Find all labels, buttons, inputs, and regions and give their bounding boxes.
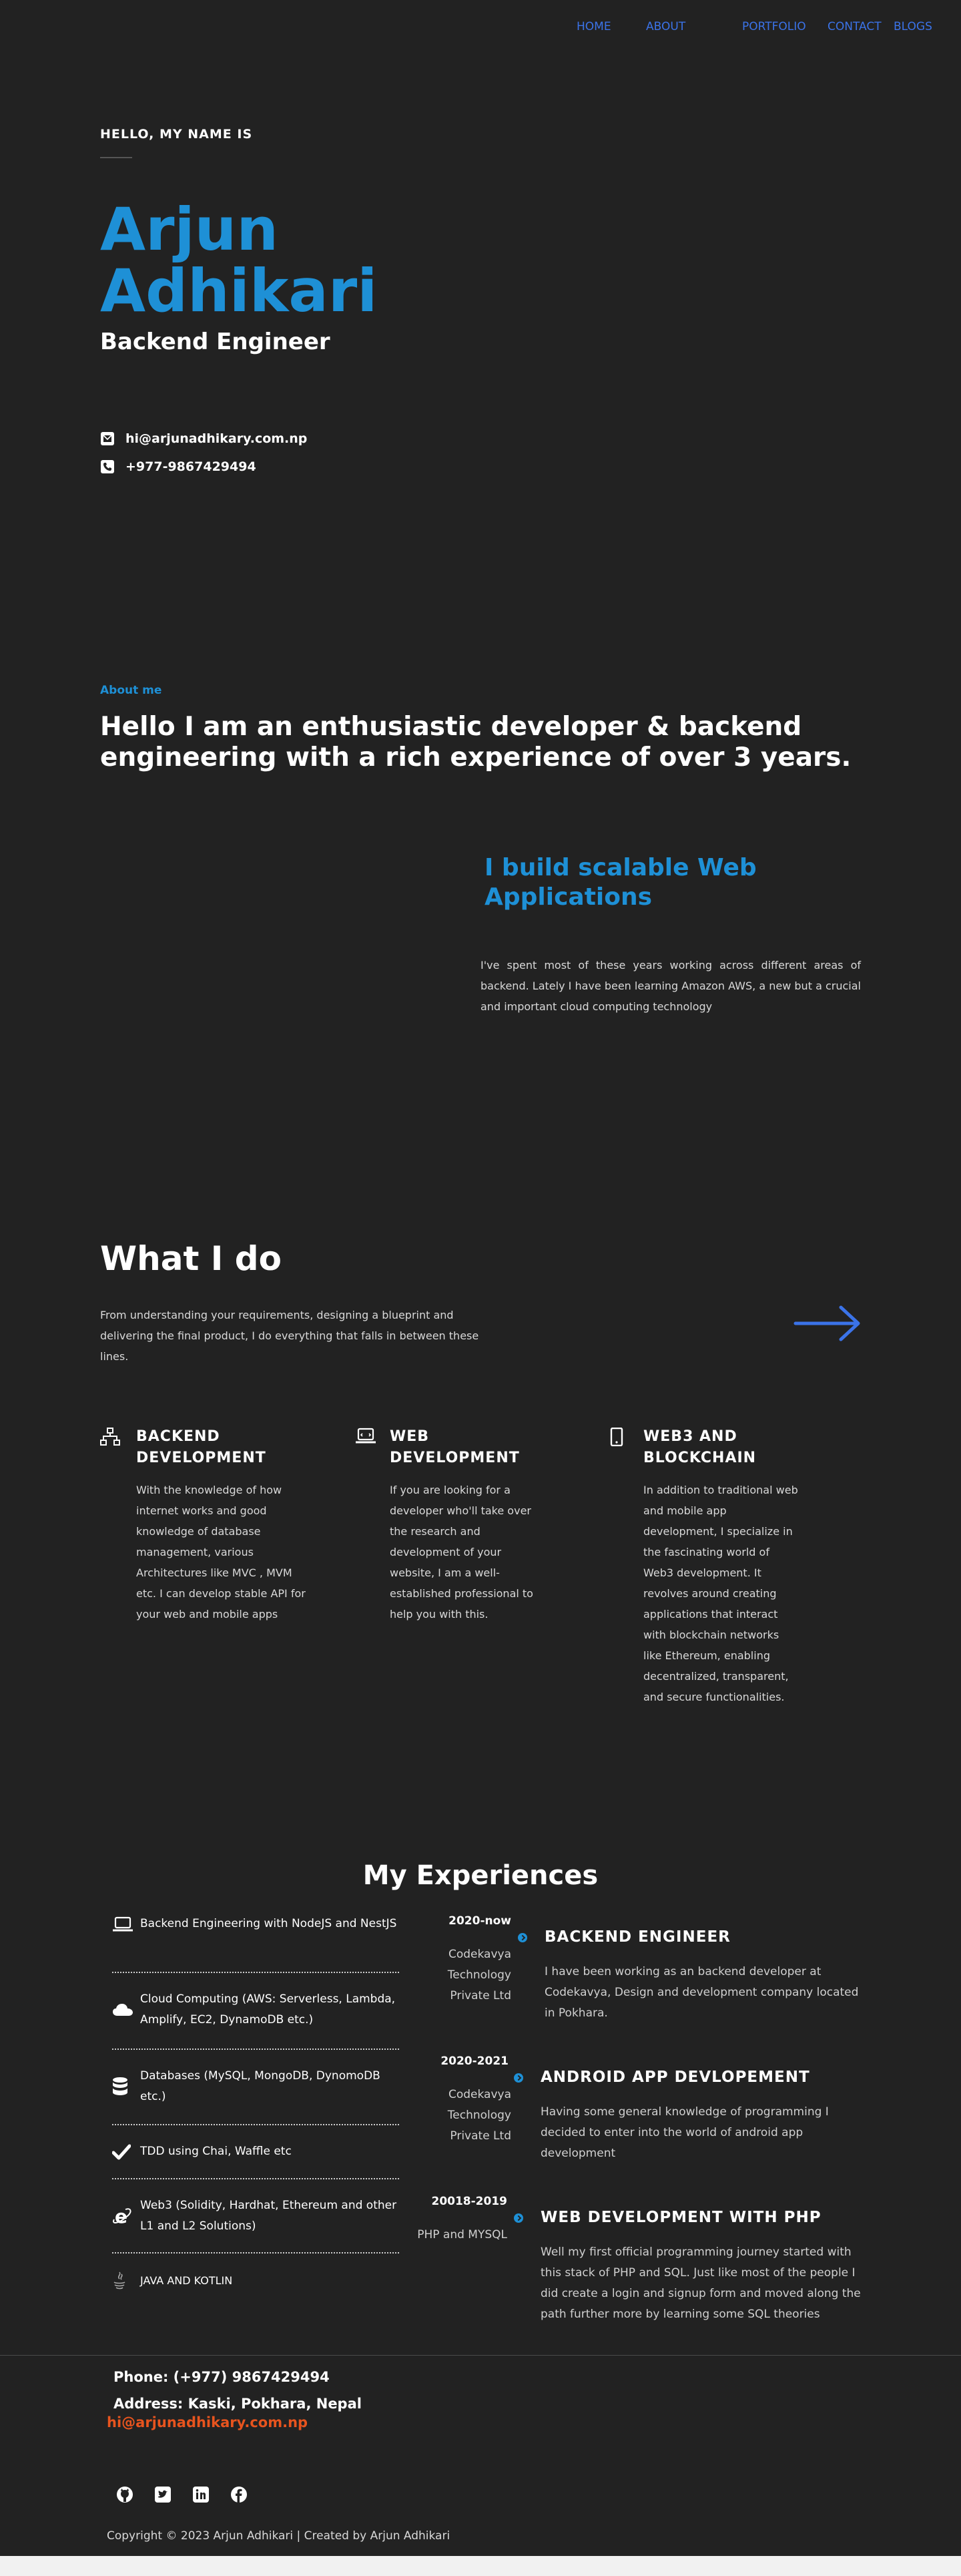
about-text: I've spent most of these years working a… [480,959,861,1013]
github-icon[interactable] [116,2486,133,2503]
skill-text: Databases (MySQL, MongoDB, DynomoDB etc.… [140,2069,380,2103]
java-icon [113,2272,125,2289]
linkedin-icon[interactable] [192,2486,210,2503]
internet-explorer-icon: e [113,2206,131,2226]
service-title: WEB DEVELOPMENT [390,1428,520,1466]
facebook-icon[interactable] [230,2486,248,2503]
timeline-date: 2020-2021 [440,2055,509,2068]
timeline-text: Having some general knowledge of program… [541,2105,829,2160]
timeline-text: Well my first official programming journ… [541,2245,861,2321]
skill-item: Cloud Computing (AWS: Serverless, Lambda… [112,1989,399,2030]
cloud-icon [113,2004,133,2016]
what-i-do-title: What I do [100,1239,282,1278]
arrow-right-icon[interactable] [793,1303,862,1343]
skill-divider [112,1972,399,1973]
footer-phone: Phone: (+977) 9867429494 [113,2369,330,2385]
timeline-org: PHP and MYSQL [417,2228,507,2241]
experiences-title: My Experiences [362,1860,599,1891]
timeline-date: 20018-2019 [431,2195,507,2208]
skill-text: Web3 (Solidity, Hardhat, Ethereum and ot… [140,2199,397,2233]
skill-item: e Web3 (Solidity, Hardhat, Ethereum and … [112,2195,399,2237]
skill-divider [112,2178,399,2179]
hero-role: Backend Engineer [100,329,330,355]
check-icon [112,2144,131,2159]
about-label: About me [100,684,162,697]
service-card-web: WEB DEVELOPMENT If you are looking for a… [356,1426,563,1625]
timeline-title: ANDROID APP DEVLOPEMENT [541,2069,810,2086]
sitemap-icon [100,1428,120,1446]
nav-home-link[interactable]: HOME [577,20,611,33]
envelope-icon [101,432,114,445]
nav-contact-link[interactable]: CONTACT [828,20,882,33]
skill-item: TDD using Chai, Waffle etc [112,2141,399,2162]
nav-portfolio-link[interactable]: PORTFOLIO [742,20,806,33]
skill-text: Cloud Computing (AWS: Serverless, Lambda… [140,1992,396,2026]
hero-phone-row[interactable]: +977-9867429494 [100,459,256,474]
service-text: In addition to traditional web and mobil… [643,1484,798,1703]
footer-email-link[interactable]: hi@arjunadhikary.com.np [107,2414,308,2430]
skill-divider [112,2124,399,2125]
mobile-icon [610,1428,623,1446]
what-i-do-text: From understanding your requirements, de… [100,1309,479,1363]
timeline-dot-icon [514,2073,523,2083]
skill-item: Backend Engineering with NodeJS and Nest… [112,1914,399,1934]
service-text: With the knowledge of how internet works… [136,1484,306,1621]
service-title: BACKEND DEVELOPMENT [136,1428,266,1466]
laptop-icon [356,1428,376,1444]
hero-first-name: Arjun [100,195,278,264]
hero-email-row[interactable]: hi@arjunadhikary.com.np [100,431,307,446]
timeline-date: 2020-now [448,1914,511,1928]
footer-divider [0,2355,961,2356]
nav-about-link[interactable]: ABOUT [646,20,685,33]
database-icon [113,2077,127,2095]
skill-divider [112,2049,399,2050]
nav-blogs-link[interactable]: BLOGS [894,20,932,33]
timeline-title: BACKEND ENGINEER [545,1928,731,1946]
hero-phone[interactable]: +977-9867429494 [125,459,256,474]
timeline-org: Codekavya Technology Private Ltd [447,1948,511,2002]
footer-address: Address: Kaski, Pokhara, Nepal [113,2396,362,2412]
phone-icon [101,460,114,473]
hero-email[interactable]: hi@arjunadhikary.com.np [125,431,307,446]
service-card-web3: WEB3 AND BLOCKCHAIN In addition to tradi… [610,1426,817,1707]
skill-text: Backend Engineering with NodeJS and Nest… [140,1917,397,1930]
footer-copyright: Copyright © 2023 Arjun Adhikari | Create… [107,2529,450,2543]
timeline-dot-icon [514,2213,523,2223]
skill-text: JAVA AND KOTLIN [140,2274,233,2287]
timeline-title: WEB DEVELOPMENT WITH PHP [541,2209,822,2226]
skill-item: JAVA AND KOTLIN [112,2270,399,2291]
twitter-icon[interactable] [154,2486,172,2503]
about-subtitle: I build scalable Web Applications [485,854,757,911]
hero-divider [100,157,132,158]
timeline-dot-icon [518,1933,527,1942]
skill-divider [112,2252,399,2253]
service-text: If you are looking for a developer who'l… [390,1484,533,1621]
service-card-backend: BACKEND DEVELOPMENT With the knowledge o… [100,1426,310,1625]
timeline-org: Codekavya Technology Private Ltd [447,2088,511,2143]
service-title: WEB3 AND BLOCKCHAIN [643,1428,757,1466]
hero-name: Arjun Adhikari [100,199,377,322]
hero-greeting: HELLO, MY NAME IS [100,127,253,142]
about-title: Hello I am an enthusiastic developer & b… [100,712,852,773]
page-bottom-bar [0,2556,961,2576]
hero-last-name: Adhikari [100,256,378,325]
timeline-text: I have been working as an backend develo… [545,1965,859,2020]
skill-item: Databases (MySQL, MongoDB, DynomoDB etc.… [112,2066,399,2107]
laptop-icon [113,1916,133,1931]
skill-text: TDD using Chai, Waffle etc [140,2145,292,2158]
